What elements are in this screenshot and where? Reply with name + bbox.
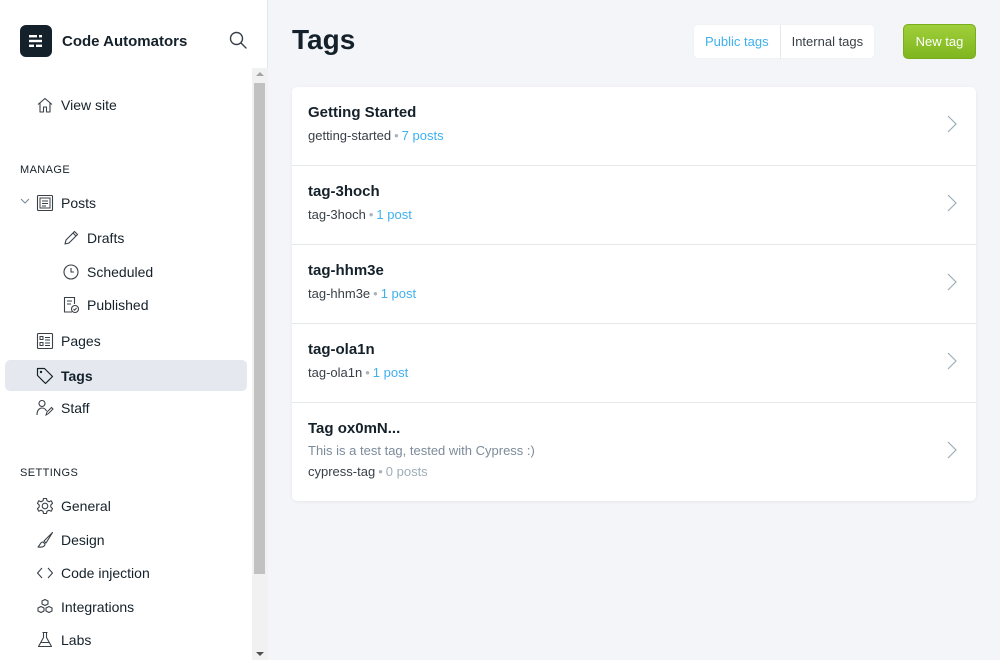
tag-row[interactable]: tag-3hoch tag-3hoch • 1 post [292, 166, 976, 245]
tag-post-count[interactable]: 1 post [376, 207, 411, 222]
sidebar-item-staff[interactable]: Staff [5, 392, 247, 423]
published-icon [63, 296, 80, 314]
tag-post-count[interactable]: 1 post [373, 365, 408, 380]
sidebar-item-label: Staff [61, 399, 90, 416]
chevron-right-icon [947, 352, 957, 370]
staff-icon [36, 399, 54, 417]
gear-icon [36, 497, 54, 515]
pencil-icon [64, 230, 79, 245]
tag-slug: tag-hhm3e [308, 286, 371, 301]
sidebar-item-general[interactable]: General [5, 490, 247, 521]
sidebar-item-label: General [61, 497, 111, 514]
sidebar-item-label: Pages [61, 332, 101, 349]
tag-row[interactable]: tag-ola1n tag-ola1n • 1 post [292, 324, 976, 403]
chevron-right-icon [947, 194, 957, 212]
settings-section-title: SETTINGS [20, 467, 79, 479]
tag-name: tag-ola1n [308, 341, 375, 358]
tag-row[interactable]: tag-hhm3e tag-hhm3e • 1 post [292, 245, 976, 324]
tag-meta: cypress-tag • 0 posts [308, 464, 428, 479]
tag-post-count[interactable]: 1 post [381, 286, 416, 301]
scrollbar-thumb[interactable] [254, 83, 265, 574]
tag-description: This is a test tag, tested with Cypress … [308, 443, 535, 458]
chevron-down-icon[interactable] [20, 198, 30, 204]
brand-name: Code Automators [62, 32, 188, 50]
tag-row[interactable]: Getting Started getting-started • 7 posts [292, 87, 976, 166]
sidebar-nav: View site MANAGE Posts Drafts Scheduled … [0, 68, 252, 660]
sidebar-item-label: Integrations [61, 598, 135, 615]
sidebar-item-label: Labs [61, 631, 92, 648]
tag-slug: getting-started [308, 128, 392, 143]
tag-meta: tag-3hoch • 1 post [308, 207, 412, 222]
sidebar-item-label: Design [61, 531, 105, 548]
page-title: Tags [292, 24, 356, 55]
flask-icon [37, 631, 53, 648]
sidebar-item-label: Drafts [87, 229, 125, 246]
chevron-right-icon [947, 273, 957, 291]
sidebar-scrollbar[interactable] [252, 68, 268, 660]
sidebar-item-labs[interactable]: Labs [5, 624, 247, 655]
tag-list: Getting Started getting-started • 7 posts … [292, 87, 976, 501]
pages-icon [36, 332, 54, 350]
sidebar-item-label: Code injection [61, 564, 150, 581]
sidebar-item-tags[interactable]: Tags [5, 360, 247, 391]
code-icon [36, 567, 54, 579]
public-tags-button[interactable]: Public tags [694, 25, 781, 58]
sidebar-item-label: Tags [61, 367, 93, 384]
posts-icon [36, 194, 54, 212]
tag-name: Tag ox0mN... [308, 420, 401, 437]
sidebar-item-published[interactable]: Published [5, 289, 247, 320]
tag-row[interactable]: Tag ox0mN... This is a test tag, tested … [292, 403, 976, 501]
home-icon [37, 97, 53, 113]
clock-icon [63, 264, 79, 280]
search-icon[interactable] [228, 30, 248, 50]
sidebar-item-view-site[interactable]: View site [5, 89, 247, 120]
sidebar-item-integrations[interactable]: Integrations [5, 591, 247, 622]
sidebar-item-label: Posts [61, 194, 97, 211]
tag-icon [36, 367, 54, 385]
sidebar-item-scheduled[interactable]: Scheduled [5, 256, 247, 287]
sidebar-item-posts[interactable]: Posts [5, 187, 247, 218]
tag-meta: tag-hhm3e • 1 post [308, 286, 417, 301]
tag-slug: cypress-tag [308, 464, 376, 479]
sidebar-item-drafts[interactable]: Drafts [5, 222, 247, 253]
tag-slug: tag-3hoch [308, 207, 366, 222]
chevron-right-icon [947, 115, 957, 133]
manage-section-title: MANAGE [20, 164, 71, 176]
new-tag-button[interactable]: New tag [903, 24, 976, 59]
sidebar-item-label: Published [87, 296, 149, 313]
sidebar-item-label: Scheduled [87, 263, 154, 280]
tag-name: tag-hhm3e [308, 262, 384, 279]
brush-icon [37, 531, 54, 548]
sidebar-item-design[interactable]: Design [5, 524, 247, 555]
sidebar-item-label: View site [61, 96, 117, 113]
tag-post-count: 0 posts [385, 464, 428, 479]
scroll-down-arrow-icon[interactable] [256, 652, 264, 656]
tag-slug: tag-ola1n [308, 365, 363, 380]
integrations-icon [37, 598, 53, 614]
sidebar-item-pages[interactable]: Pages [5, 325, 247, 356]
tag-post-count[interactable]: 7 posts [402, 128, 444, 143]
brand[interactable]: Code Automators [20, 25, 187, 57]
tag-meta: tag-ola1n • 1 post [308, 365, 409, 380]
sidebar-item-code-injection[interactable]: Code injection [5, 557, 247, 588]
tag-name: tag-3hoch [308, 183, 380, 200]
tag-meta: getting-started • 7 posts [308, 128, 444, 143]
sidebar: Code Automators View site MANAGE Posts D… [0, 0, 268, 660]
brand-logo-icon [20, 25, 52, 57]
scroll-up-arrow-icon[interactable] [256, 72, 264, 76]
chevron-right-icon [947, 441, 957, 459]
tag-filter-toggle: Public tags Internal tags [694, 25, 875, 58]
tag-name: Getting Started [308, 104, 417, 121]
internal-tags-button[interactable]: Internal tags [781, 25, 875, 58]
